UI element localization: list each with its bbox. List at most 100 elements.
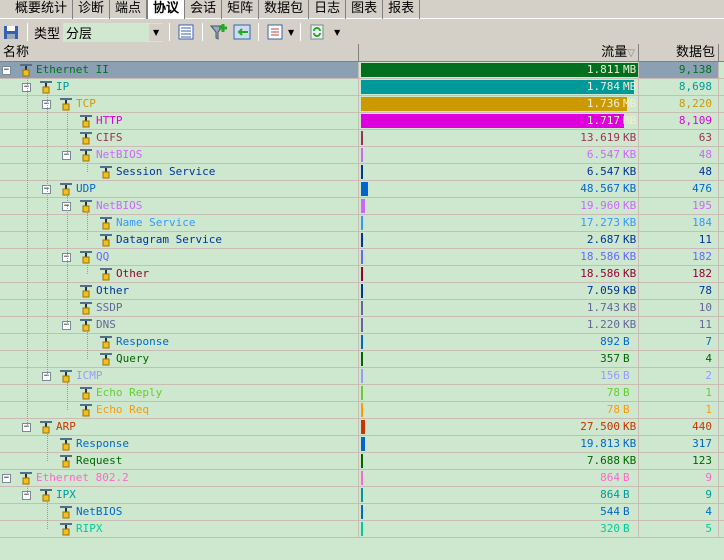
traffic-cell: 48.567 KB — [359, 181, 639, 197]
type-select[interactable]: 分层 ▼ — [63, 22, 164, 42]
packets-cell: 63 — [639, 130, 719, 146]
column-header-name[interactable]: 名称 — [0, 44, 359, 61]
name-cell: Request — [0, 453, 359, 469]
table-row[interactable]: − ICMP 156 B 2 — [0, 368, 724, 385]
table-row[interactable]: Request 7.688 KB 123 — [0, 453, 724, 470]
table-row[interactable]: − TCP 1.736 MB 8,220 — [0, 96, 724, 113]
table-row[interactable]: Echo Reply 78 B 1 — [0, 385, 724, 402]
export-button[interactable] — [232, 22, 252, 42]
refresh-icon — [310, 24, 324, 40]
traffic-bar — [361, 352, 363, 366]
table-row[interactable]: RIPX 320 B 5 — [0, 521, 724, 538]
table-row[interactable]: Session Service 6.547 KB 48 — [0, 164, 724, 181]
name-cell: − ICMP — [0, 368, 359, 384]
protocol-icon — [99, 216, 113, 230]
name-cell: RIPX — [0, 521, 359, 537]
tab-2[interactable]: 端点 — [110, 0, 148, 19]
tab-8[interactable]: 图表 — [346, 0, 384, 19]
tab-0[interactable]: 概要统计 — [10, 0, 74, 19]
tab-7[interactable]: 日志 — [309, 0, 347, 19]
traffic-cell: 156 B — [359, 368, 639, 384]
toolbar: 类型 分层 ▼ ▼ ▼ — [0, 20, 724, 44]
traffic-cell: 7.688 KB — [359, 453, 639, 469]
protocol-icon — [59, 437, 73, 451]
traffic-bar — [361, 250, 363, 264]
table-row[interactable]: Echo Req 78 B 1 — [0, 402, 724, 419]
table-row[interactable]: CIFS 13.619 KB 63 — [0, 130, 724, 147]
packets-cell: 317 — [639, 436, 719, 452]
tab-4[interactable]: 会话 — [185, 0, 223, 19]
chevron-down-icon[interactable]: ▼ — [334, 28, 340, 37]
traffic-value: 19.960 — [580, 199, 620, 212]
table-row[interactable]: HTTP 1.717 MB 8,109 — [0, 113, 724, 130]
table-row[interactable]: − IP 1.784 MB 8,698 — [0, 79, 724, 96]
columns-button[interactable] — [265, 22, 285, 42]
tab-6[interactable]: 数据包 — [259, 0, 310, 19]
table-row[interactable]: SSDP 1.743 KB 10 — [0, 300, 724, 317]
table-row[interactable]: − QQ 18.586 KB 182 — [0, 249, 724, 266]
traffic-value: 1.784 — [586, 80, 620, 93]
table-row[interactable]: Other 18.586 KB 182 — [0, 266, 724, 283]
table-row[interactable]: Query 357 B 4 — [0, 351, 724, 368]
table-row[interactable]: Response 892 B 7 — [0, 334, 724, 351]
table-row[interactable]: Response 19.813 KB 317 — [0, 436, 724, 453]
table-row[interactable]: − UDP 48.567 KB 476 — [0, 181, 724, 198]
traffic-value: 19.813 — [580, 437, 620, 450]
table-row[interactable]: − ARP 27.500 KB 440 — [0, 419, 724, 436]
traffic-unit: B — [623, 335, 630, 348]
tab-3[interactable]: 协议 — [147, 0, 186, 19]
traffic-cell: 19.813 KB — [359, 436, 639, 452]
separator — [27, 23, 28, 41]
packets-cell: 182 — [639, 266, 719, 282]
filter-add-button[interactable] — [209, 22, 229, 42]
table-row[interactable]: − DNS 1.220 KB 11 — [0, 317, 724, 334]
table-row[interactable]: − Ethernet 802.2 864 B 9 — [0, 470, 724, 487]
table-row[interactable]: − NetBIOS 19.960 KB 195 — [0, 198, 724, 215]
protocol-name: Request — [76, 454, 123, 467]
tab-1[interactable]: 诊断 — [73, 0, 111, 19]
packets-cell: 11 — [639, 317, 719, 333]
traffic-value: 6.547 — [586, 165, 620, 178]
table-row[interactable]: − NetBIOS 6.547 KB 48 — [0, 147, 724, 164]
protocol-icon — [79, 386, 93, 400]
column-header-traffic[interactable]: 流量▽ — [359, 44, 639, 61]
traffic-unit: B — [623, 352, 630, 365]
table-row[interactable]: Name Service 17.273 KB 184 — [0, 215, 724, 232]
protocol-icon — [79, 131, 93, 145]
traffic-unit: KB — [623, 233, 637, 246]
table-row[interactable]: NetBIOS 544 B 4 — [0, 504, 724, 521]
packets-cell: 4 — [639, 351, 719, 367]
traffic-bar — [361, 233, 363, 247]
traffic-bar — [361, 403, 363, 417]
protocol-name: Ethernet 802.2 — [36, 471, 129, 484]
tree-line — [47, 432, 48, 461]
collapse-toggle[interactable]: − — [2, 474, 11, 483]
collapse-toggle[interactable]: − — [2, 66, 11, 75]
name-cell: − NetBIOS — [0, 198, 359, 214]
list-view-icon — [178, 24, 194, 40]
protocol-name: Name Service — [116, 216, 196, 229]
table-row[interactable]: Datagram Service 2.687 KB 11 — [0, 232, 724, 249]
save-button[interactable] — [1, 22, 21, 42]
column-header-packets[interactable]: 数据包 — [639, 44, 719, 61]
traffic-cell: 892 B — [359, 334, 639, 350]
tree-line — [87, 262, 88, 274]
refresh-button[interactable] — [307, 22, 327, 42]
chevron-down-icon[interactable]: ▼ — [288, 28, 294, 37]
traffic-value: 892 — [600, 335, 620, 348]
list-view-button[interactable] — [176, 22, 196, 42]
tab-9[interactable]: 报表 — [383, 0, 421, 19]
save-icon — [4, 26, 18, 39]
traffic-cell: 7.059 KB — [359, 283, 639, 299]
tree-line — [27, 483, 28, 495]
name-cell: Name Service — [0, 215, 359, 231]
table-row[interactable]: − IPX 864 B 9 — [0, 487, 724, 504]
tab-5[interactable]: 矩阵 — [222, 0, 260, 19]
traffic-unit: KB — [623, 301, 637, 314]
protocol-name: IP — [56, 80, 70, 93]
packets-cell: 8,220 — [639, 96, 719, 112]
packets-cell: 182 — [639, 249, 719, 265]
table-row[interactable]: − Ethernet II 1.811 MB 9,138 — [0, 62, 724, 79]
table-row[interactable]: Other 7.059 KB 78 — [0, 283, 724, 300]
packets-cell: 48 — [639, 164, 719, 180]
